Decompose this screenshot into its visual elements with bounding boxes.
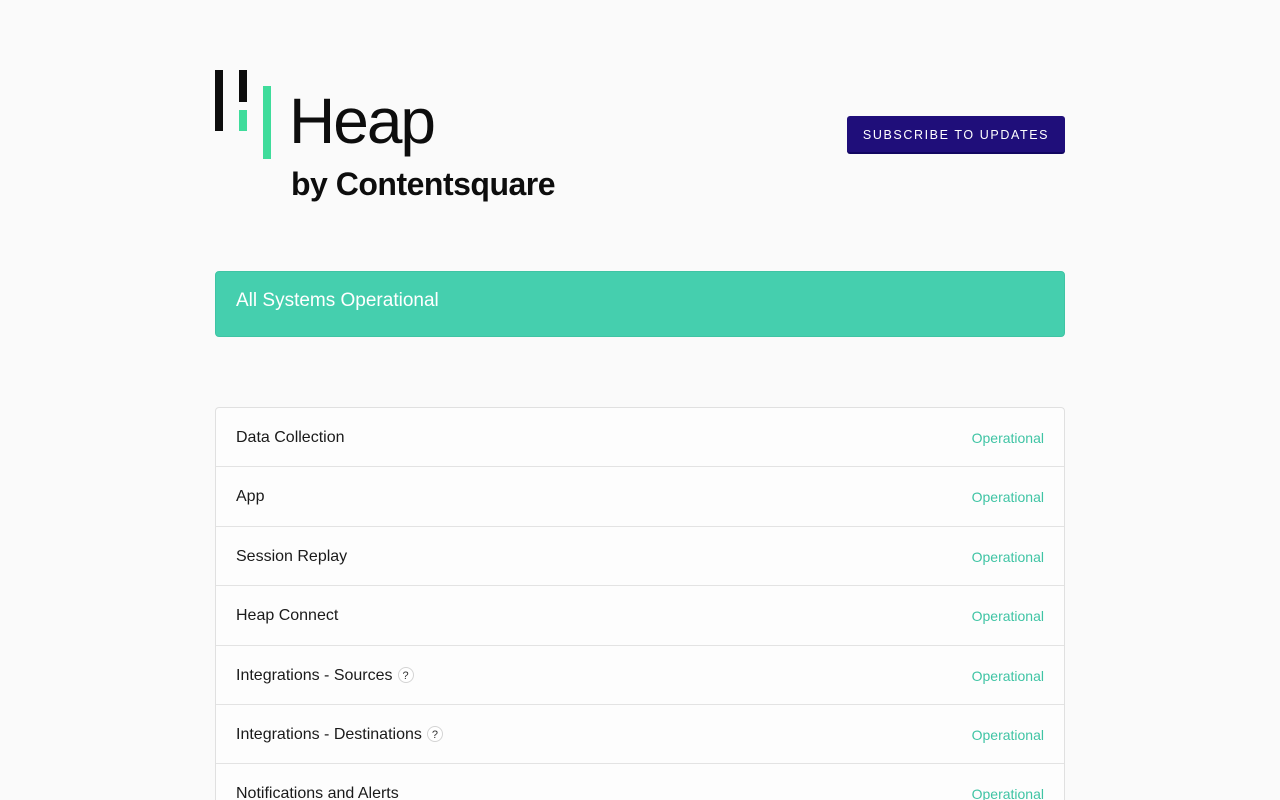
logo-bar-middle-bottom (239, 110, 247, 131)
component-status: Operational (971, 667, 1044, 684)
help-icon[interactable]: ? (426, 725, 443, 742)
component-row-session-replay: Session Replay Operational (216, 527, 1064, 587)
component-name: Session Replay (236, 547, 348, 565)
subscribe-button[interactable]: SUBSCRIBE TO UPDATES (847, 116, 1065, 154)
component-row-integrations-destinations: Integrations - Destinations? Operational (216, 705, 1064, 765)
logo-bar-left (215, 70, 223, 131)
overall-status-text: All Systems Operational (236, 290, 439, 311)
status-page: Heap by Contentsquare SUBSCRIBE TO UPDAT… (0, 0, 1280, 800)
component-name: Notifications and Alerts (236, 785, 399, 800)
component-name: App (236, 488, 265, 506)
component-status: Operational (971, 430, 1044, 446)
component-status: Operational (971, 489, 1044, 506)
component-status: Operational (971, 786, 1044, 800)
component-name-wrap: Integrations - Destinations? (236, 725, 443, 744)
component-status: Operational (971, 548, 1044, 565)
component-row-integrations-sources: Integrations - Sources? Operational (216, 646, 1064, 705)
overall-status-banner: All Systems Operational (215, 271, 1065, 337)
help-icon[interactable]: ? (397, 666, 414, 683)
component-row-data-collection: Data Collection Operational (216, 408, 1064, 468)
heap-logo[interactable]: Heap by Contentsquare (215, 70, 560, 205)
component-row-app: App Operational (216, 467, 1064, 527)
logo-bar-middle-top (239, 70, 247, 102)
component-row-heap-connect: Heap Connect Operational (216, 586, 1064, 646)
component-name: Heap Connect (236, 607, 339, 625)
main-container: Heap by Contentsquare SUBSCRIBE TO UPDAT… (215, 0, 1065, 800)
component-name: Integrations - Destinations (236, 725, 422, 743)
page-header: Heap by Contentsquare SUBSCRIBE TO UPDAT… (215, 0, 1065, 271)
logo-bar-right (263, 86, 271, 159)
component-status: Operational (971, 608, 1044, 625)
logo-wordmark: Heap (289, 85, 434, 157)
logo-subtitle: by Contentsquare (291, 166, 555, 202)
component-row-notifications-and-alerts: Notifications and Alerts Operational (216, 764, 1064, 800)
component-name: Data Collection (236, 429, 345, 446)
component-status: Operational (971, 726, 1044, 743)
component-name-wrap: Integrations - Sources? (236, 666, 414, 685)
component-name: Integrations - Sources (236, 666, 393, 684)
component-list: Data Collection Operational App Operatio… (215, 407, 1065, 800)
